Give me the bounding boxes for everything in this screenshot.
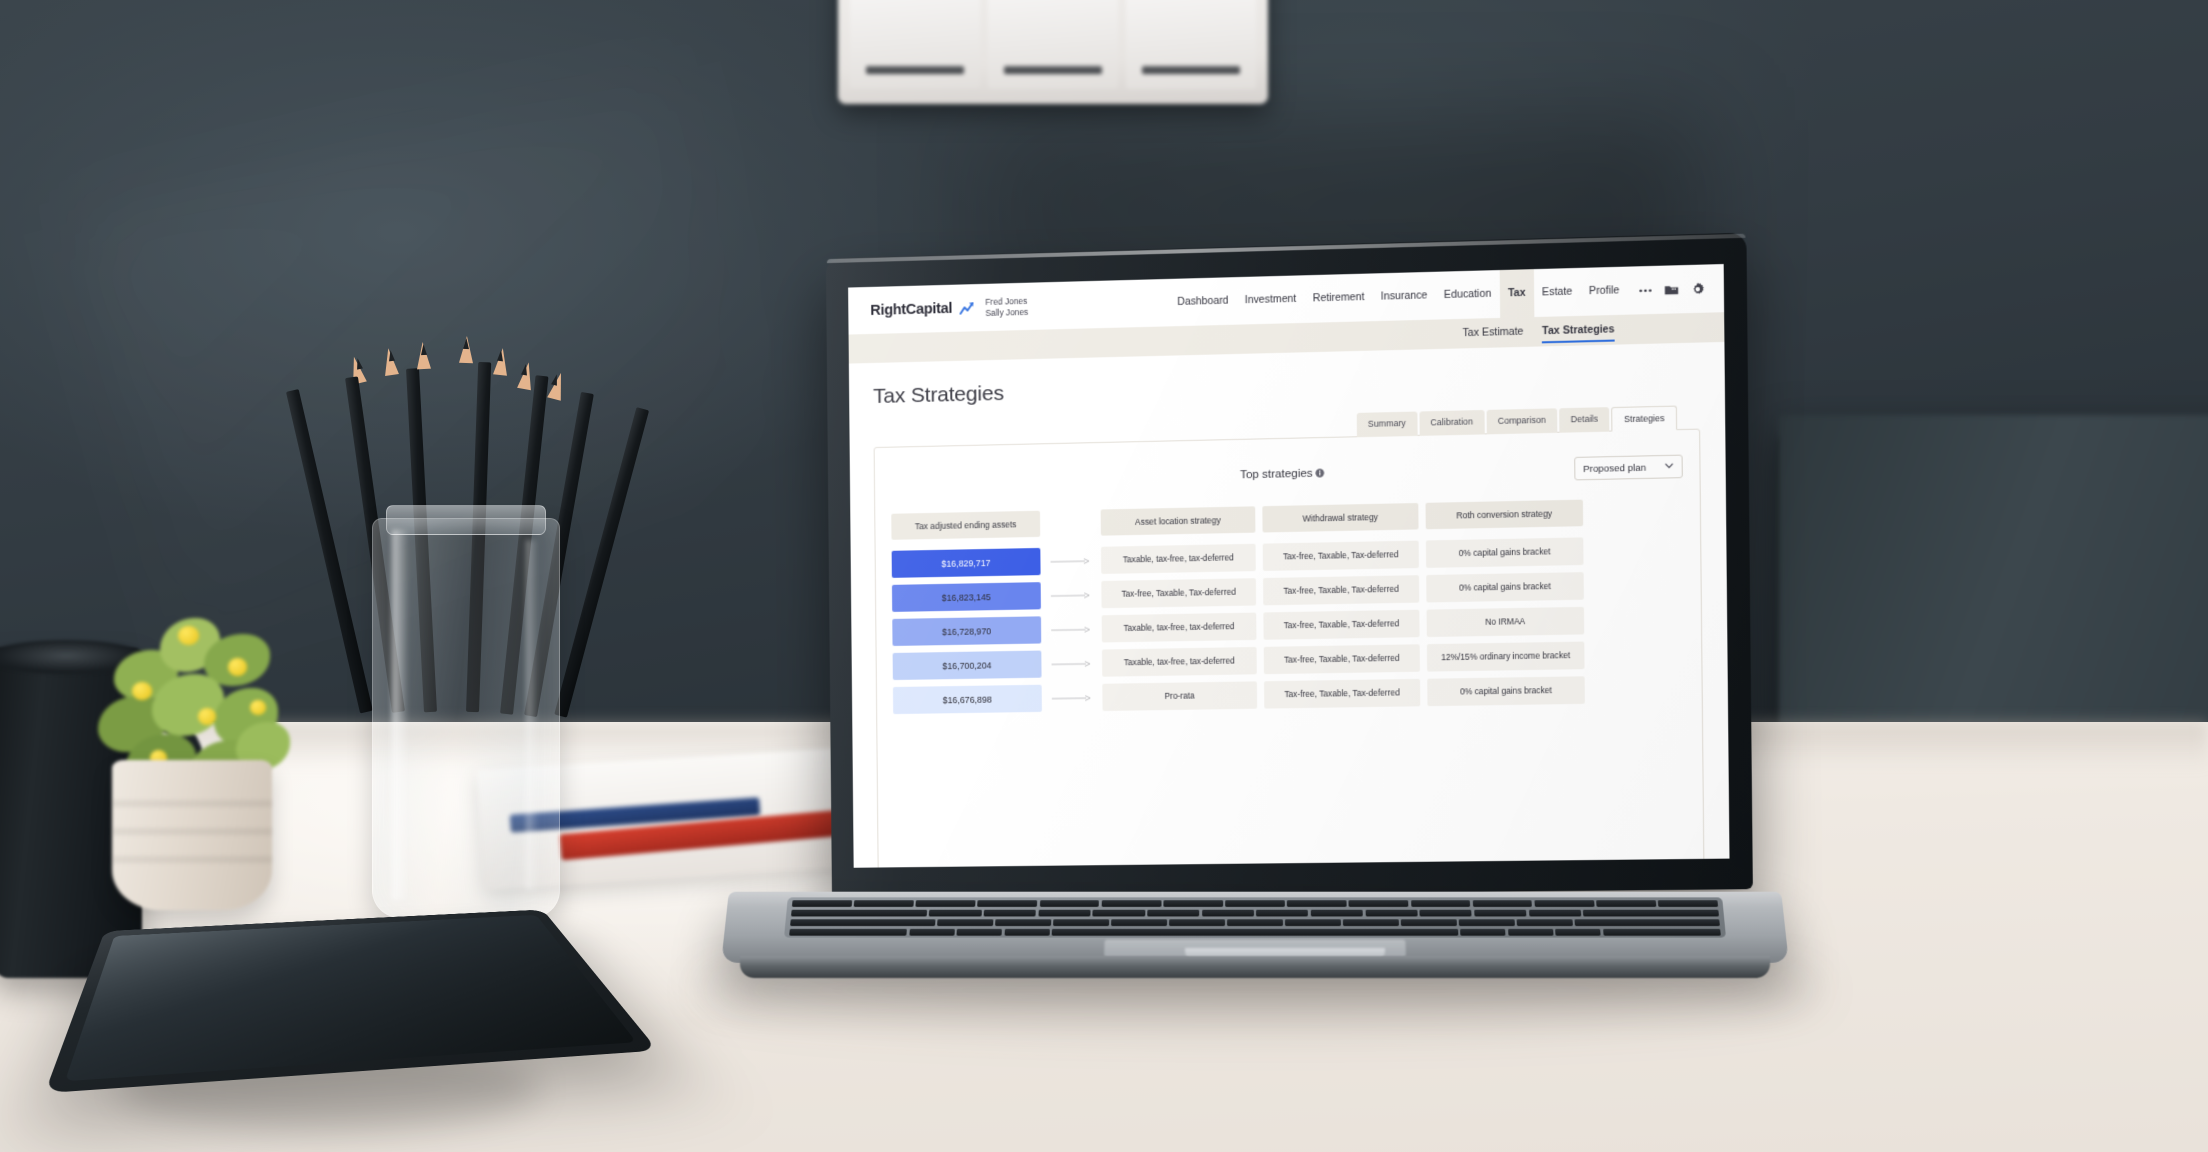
withdrawal-cell: Tax-free, Taxable, Tax-deferred [1264,644,1420,674]
strategies-table: Tax adjusted ending assets Asset locatio… [891,498,1685,715]
withdrawal-cell: Tax-free, Taxable, Tax-deferred [1263,575,1419,605]
plan-selector-value: Proposed plan [1583,461,1646,474]
glass-jar-neck [386,505,546,535]
laptop-device: RightCapital Fred Jones Sally Jones Dash… [770,258,1730,898]
nav-item-investment[interactable]: Investment [1236,275,1304,324]
laptop-keyboard [784,897,1726,937]
desk-photo-scene: RightCapital Fred Jones Sally Jones Dash… [0,0,2208,1152]
nav-item-profile[interactable]: Profile [1580,267,1628,316]
laptop-base-front-edge [740,956,1770,978]
nav-item-estate[interactable]: Estate [1533,268,1580,317]
column-header-asset-location: Asset location strategy [1101,506,1256,535]
column-header-ending-assets: Tax adjusted ending assets [891,511,1040,540]
keyboard-row [784,928,1726,935]
plant-pot [112,760,272,910]
nav-item-retirement[interactable]: Retirement [1304,273,1373,322]
withdrawal-cell: Tax-free, Taxable, Tax-deferred [1263,541,1419,571]
ending-assets-bar: $16,728,970 [892,616,1041,646]
panel-title-row: Top strategies [891,460,1683,489]
asset-location-cell: Pro-rata [1102,681,1257,711]
light-switch-rocker [988,0,1118,90]
table-row[interactable]: $16,728,970 Taxable, tax-free, tax-defer… [892,605,1684,646]
jar-highlight [526,540,538,890]
plant-pot-ring [112,856,272,863]
brand-logo[interactable]: RightCapital Fred Jones Sally Jones [870,295,1028,321]
light-switch-rocker [1126,0,1256,90]
page-title: Tax Strategies [873,365,1700,409]
page-body: Tax Strategies Summary Calibration Compa… [849,342,1730,868]
chevron-down-icon [1665,463,1673,469]
withdrawal-cell: Tax-free, Taxable, Tax-deferred [1263,610,1419,640]
ending-assets-bar: $16,823,145 [892,582,1041,612]
asset-location-cell: Taxable, tax-free, tax-deferred [1102,647,1257,677]
ending-assets-bar: $16,676,898 [893,685,1042,714]
subnav-item-tax-strategies[interactable]: Tax Strategies [1542,319,1615,342]
column-header-roth-conversion: Roth conversion strategy [1426,500,1584,530]
nav-item-dashboard[interactable]: Dashboard [1169,277,1237,326]
arrow-right-icon [1052,659,1093,668]
tab-strategies[interactable]: Strategies [1611,406,1677,432]
subnav-item-tax-estimate[interactable]: Tax Estimate [1462,321,1523,344]
nav-icon-group [1638,281,1709,297]
nav-item-education[interactable]: Education [1435,270,1499,320]
withdrawal-cell: Tax-free, Taxable, Tax-deferred [1264,679,1420,709]
keyboard-row [787,900,1723,907]
arrow-right-icon [1051,625,1092,634]
plant-pot-ring [112,828,272,835]
arrow-right-icon [1051,591,1092,600]
nav-item-insurance[interactable]: Insurance [1372,272,1436,321]
laptop-lid: RightCapital Fred Jones Sally Jones Dash… [826,233,1753,898]
roth-conversion-cell: 0% capital gains bracket [1426,572,1584,602]
info-icon[interactable] [1316,469,1325,478]
row-arrow [1048,615,1095,643]
asset-location-cell: Taxable, tax-free, tax-deferred [1102,613,1257,643]
tab-comparison[interactable]: Comparison [1486,408,1557,434]
chart-arrow-icon [959,301,975,315]
light-switch-rocker [850,0,980,90]
jar-highlight [392,530,408,900]
roth-conversion-cell: 12%/15% ordinary income bracket [1427,642,1585,672]
roth-conversion-cell: 0% capital gains bracket [1427,676,1585,706]
arrow-right-icon [1051,557,1092,566]
table-row[interactable]: $16,676,898 Pro-rata Tax-free, Taxable, … [893,675,1685,714]
gear-icon[interactable] [1690,281,1705,296]
client-secondary-name: Sally Jones [985,306,1028,318]
asset-location-cell: Taxable, tax-free, tax-deferred [1101,544,1256,574]
row-arrow [1048,650,1095,678]
client-names: Fred Jones Sally Jones [985,295,1028,318]
table-row[interactable]: $16,700,204 Taxable, tax-free, tax-defer… [893,640,1685,680]
row-arrow [1047,547,1094,575]
table-header-row: Tax adjusted ending assets Asset locatio… [891,498,1683,540]
plan-selector[interactable]: Proposed plan [1574,454,1683,480]
asset-location-cell: Tax-free, Taxable, Tax-deferred [1101,578,1256,608]
row-arrow [1048,581,1095,609]
panel-title: Top strategies [1240,468,1313,482]
roth-conversion-cell: 0% capital gains bracket [1426,537,1584,568]
row-arrow [1049,684,1096,712]
tab-calibration[interactable]: Calibration [1419,410,1484,436]
table-row[interactable]: $16,823,145 Tax-free, Taxable, Tax-defer… [892,570,1684,612]
tablet-screen [65,915,637,1081]
tab-summary[interactable]: Summary [1356,412,1417,438]
strategies-card: Top strategies Proposed plan Tax adjuste… [874,429,1705,868]
brand-name: RightCapital [870,300,952,318]
nav-item-tax[interactable]: Tax [1499,269,1534,318]
roth-conversion-cell: No IRMAA [1427,607,1585,637]
keyboard-row [786,909,1724,916]
arrow-right-icon [1052,694,1093,703]
more-ellipsis-icon[interactable] [1638,284,1653,297]
laptop-screen: RightCapital Fred Jones Sally Jones Dash… [848,264,1729,868]
tab-details[interactable]: Details [1559,407,1609,433]
plant-pot-ring [112,800,272,807]
column-header-withdrawal: Withdrawal strategy [1262,503,1418,533]
light-switch-plate [838,0,1268,104]
folder-icon[interactable] [1664,283,1679,296]
ending-assets-bar: $16,829,717 [892,548,1041,578]
ending-assets-bar: $16,700,204 [893,651,1042,680]
keyboard-row [785,919,1725,926]
card-header: Top strategies Proposed plan [891,453,1683,496]
column-header-spacer [1047,510,1094,537]
